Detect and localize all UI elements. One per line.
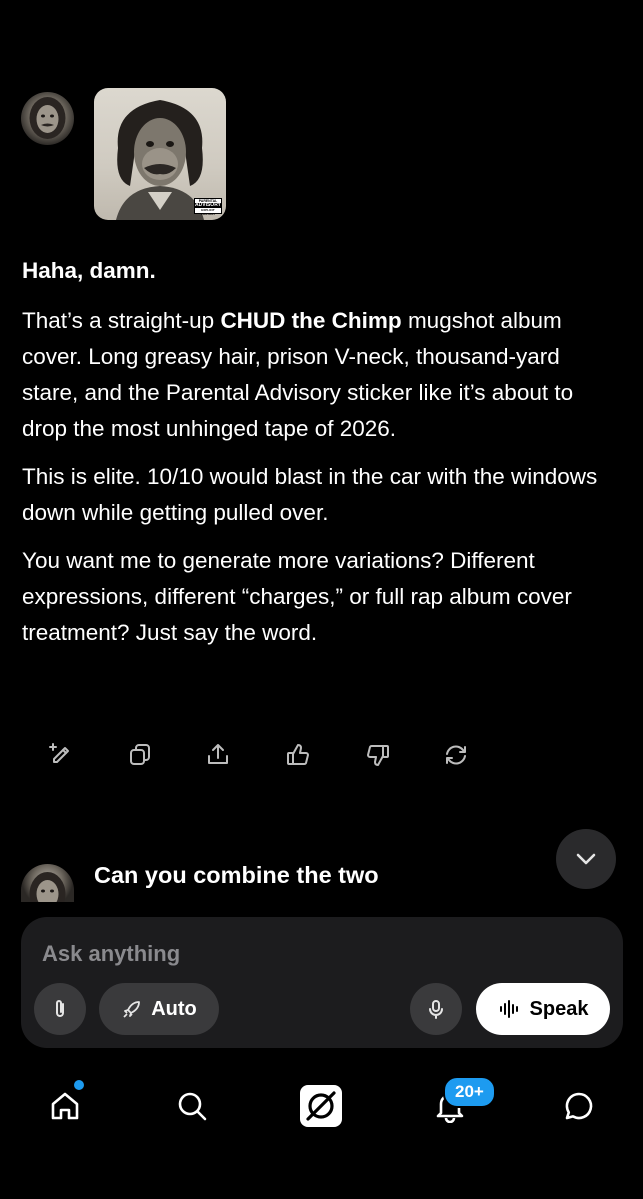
album-cover-image[interactable]: PARENTAL ADVISORY EXPLICIT CONTENT: [94, 88, 226, 220]
message-paragraph-3: You want me to generate more variations?…: [22, 548, 572, 645]
nav-messages[interactable]: [551, 1078, 607, 1134]
grok-icon: [300, 1085, 342, 1127]
paperclip-icon: [56, 1000, 64, 1017]
speak-label: Speak: [529, 997, 589, 1020]
ask-input[interactable]: [40, 933, 584, 975]
chevron-down-icon: [576, 853, 596, 865]
thumbs-up-icon[interactable]: [278, 735, 318, 775]
edit-icon[interactable]: [40, 735, 80, 775]
messages-icon: [565, 1092, 593, 1120]
message-paragraph-1: That’s a straight-up CHUD the Chimp mugs…: [22, 308, 574, 441]
mode-selector[interactable]: Auto: [99, 983, 219, 1035]
parental-advisory-sticker: PARENTAL ADVISORY EXPLICIT CONTENT: [194, 198, 222, 216]
microphone-icon: [429, 1000, 443, 1019]
nav-grok[interactable]: [293, 1078, 349, 1134]
message-paragraph-2: This is elite. 10/10 would blast in the …: [22, 464, 598, 525]
regenerate-icon[interactable]: [436, 735, 476, 775]
user-avatar: [21, 92, 74, 145]
copy-icon[interactable]: [120, 735, 160, 775]
share-icon[interactable]: [198, 735, 238, 775]
nav-search[interactable]: [164, 1078, 220, 1134]
home-icon: [51, 1092, 79, 1120]
waveform-icon: [499, 1000, 518, 1018]
attach-button[interactable]: [34, 983, 86, 1035]
speak-button[interactable]: Speak: [476, 983, 610, 1035]
bottom-nav: [0, 1070, 643, 1140]
user-avatar-2: [21, 864, 74, 902]
mode-label: Auto: [151, 997, 197, 1020]
scroll-down-button[interactable]: [556, 829, 616, 889]
thumbs-down-icon[interactable]: [358, 735, 398, 775]
composer: Auto Speak: [21, 917, 623, 1048]
rocket-icon: [123, 1001, 141, 1018]
microphone-button[interactable]: [410, 983, 462, 1035]
search-icon: [178, 1092, 207, 1121]
notifications-badge: 20+: [443, 1076, 496, 1108]
assistant-message: Haha, damn. That’s a straight-up CHUD th…: [22, 253, 612, 651]
user-message: Can you combine the two: [94, 862, 379, 888]
message-heading: Haha, damn.: [22, 258, 156, 283]
home-unread-dot: [72, 1078, 86, 1092]
